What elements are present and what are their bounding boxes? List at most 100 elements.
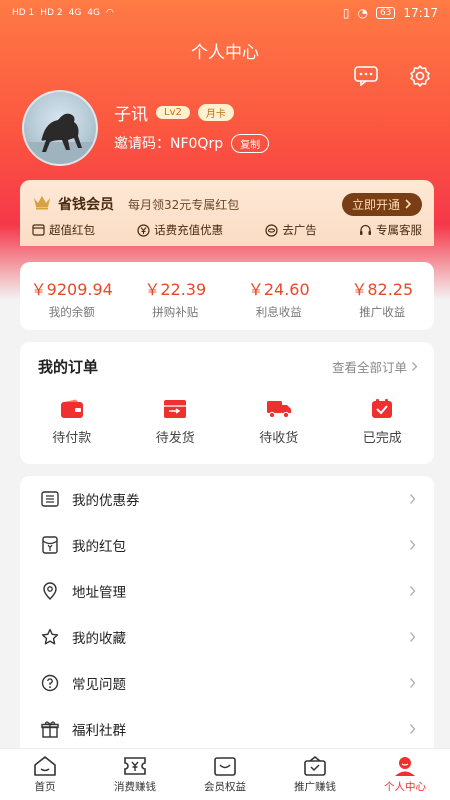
card-badge: 月卡: [197, 104, 234, 121]
speed-icon: ◔: [357, 6, 368, 20]
tab-label: 会员权益: [204, 781, 246, 793]
chevron-right-icon: [410, 678, 416, 688]
message-icon[interactable]: [352, 62, 380, 90]
battery-icon: 63: [375, 7, 396, 19]
coupon-icon: [40, 489, 60, 509]
gift-icon: [40, 719, 60, 739]
bottom-tab-bar: 首页 消费赚钱 会员权益 推广赚钱 个人中心: [0, 748, 450, 800]
vip-title: 省钱会员: [58, 197, 114, 213]
member-box-icon: [214, 757, 236, 776]
vip-open-label: 立即开通: [351, 197, 400, 212]
eye-icon: [265, 223, 278, 237]
stat-label: 我的余额: [48, 305, 95, 319]
chevron-right-icon: [412, 362, 418, 371]
order-label: 待付款: [52, 431, 92, 446]
menu-item-addresses[interactable]: 地址管理: [20, 568, 434, 614]
chevron-right-icon: [410, 586, 416, 596]
perk-support[interactable]: 专属客服: [359, 222, 422, 238]
order-pending-shipment[interactable]: 待发货: [124, 399, 228, 446]
promote-icon: [304, 756, 326, 776]
stat-value: ￥9209.94: [30, 280, 113, 299]
stat-group-subsidy[interactable]: ￥22.39 拼购补贴: [124, 262, 228, 330]
order-completed[interactable]: 已完成: [331, 399, 435, 446]
menu-label: 地址管理: [72, 585, 126, 601]
order-label: 待发货: [155, 431, 195, 446]
order-label: 已完成: [362, 431, 402, 446]
vibrate-icon: ▯: [342, 6, 350, 20]
view-all-label: 查看全部订单: [331, 360, 407, 375]
user-name: 子讯: [114, 105, 148, 125]
gear-icon[interactable]: [406, 62, 434, 90]
view-all-orders-link[interactable]: 查看全部订单: [332, 357, 418, 376]
status-bar: HD 1 HD 2 4G 4G ◠ ▯ ◔ 63 17:17: [0, 0, 450, 26]
order-label: 待收货: [259, 431, 299, 446]
stat-promotion[interactable]: ￥82.25 推广收益: [331, 262, 435, 330]
menu-label: 福利社群: [72, 723, 126, 739]
menu-item-favorites[interactable]: 我的收藏: [20, 614, 434, 660]
menu-label: 常见问题: [72, 677, 126, 693]
copy-button[interactable]: 复制: [231, 133, 270, 153]
tab-home[interactable]: 首页: [0, 749, 90, 800]
stat-interest[interactable]: ￥24.60 利息收益: [227, 262, 331, 330]
menu-item-coupons[interactable]: 我的优惠券: [20, 476, 434, 522]
page-title: 个人中心: [191, 43, 259, 63]
tab-label: 个人中心: [384, 781, 426, 793]
perk-label: 去广告: [282, 223, 317, 237]
signal-label: 4G: [87, 8, 100, 18]
wifi-icon: ◠: [106, 8, 114, 18]
tab-label: 推广赚钱: [294, 781, 336, 793]
tab-label: 首页: [34, 781, 56, 793]
menu-item-welfare-group[interactable]: 福利社群: [20, 706, 434, 752]
profile-info: 子讯 Lv2 月卡 邀请码：NF0Qrp 复制: [114, 100, 270, 153]
tab-member-benefits[interactable]: 会员权益: [180, 749, 270, 800]
stat-value: ￥82.25: [351, 280, 414, 299]
level-badge: Lv2: [156, 106, 190, 119]
menu-label: 我的优惠券: [72, 493, 140, 509]
tab-earn-by-promoting[interactable]: 推广赚钱: [270, 749, 360, 800]
orders-title: 我的订单: [38, 358, 99, 376]
home-icon: [34, 756, 56, 776]
tab-label: 消费赚钱: [114, 781, 156, 793]
yen-ticket-icon: [124, 757, 146, 775]
order-pending-receipt[interactable]: 待收货: [227, 399, 331, 446]
chevron-right-icon: [410, 632, 416, 642]
invite-label: 邀请码：NF0Qrp: [114, 133, 223, 153]
yen-icon: [137, 223, 150, 237]
perk-phone-topup[interactable]: 话费充值优惠: [137, 222, 223, 238]
perk-remove-ads[interactable]: 去广告: [265, 222, 317, 238]
signal-label: HD 1: [12, 8, 35, 18]
vip-open-button[interactable]: 立即开通: [341, 192, 422, 216]
question-icon: [40, 673, 60, 693]
perk-label: 超值红包: [49, 223, 95, 237]
vip-card: 省钱会员 每月领32元专属红包 立即开通 超值红包 话费充值优惠 去广告 专属客…: [20, 180, 434, 246]
stat-label: 利息收益: [255, 305, 302, 319]
stat-label: 推广收益: [359, 305, 406, 319]
red-packet-icon: [40, 535, 60, 555]
menu-item-red-packets[interactable]: 我的红包: [20, 522, 434, 568]
truck-icon: [266, 401, 291, 419]
earnings-summary: ￥9209.94 我的余额 ￥22.39 拼购补贴 ￥24.60 利息收益 ￥8…: [20, 262, 434, 330]
orders-card: 我的订单 查看全部订单 待付款 待发货 待收货 已完成: [20, 342, 434, 464]
wallet-icon: [60, 399, 83, 418]
wallet-icon: [32, 224, 45, 236]
clock: 17:17: [403, 6, 438, 20]
star-icon: [40, 627, 60, 647]
menu-label: 我的收藏: [72, 631, 126, 647]
chevron-right-icon: [410, 724, 416, 734]
chevron-right-icon: [410, 494, 416, 504]
menu-item-faq[interactable]: 常见问题: [20, 660, 434, 706]
stat-balance[interactable]: ￥9209.94 我的余额: [20, 262, 124, 330]
stat-label: 拼购补贴: [152, 305, 199, 319]
avatar[interactable]: [22, 90, 98, 166]
perk-red-packet[interactable]: 超值红包: [32, 222, 95, 238]
tab-earn-by-spending[interactable]: 消费赚钱: [90, 749, 180, 800]
order-pending-payment[interactable]: 待付款: [20, 399, 124, 446]
tab-profile[interactable]: 个人中心: [360, 749, 450, 800]
crown-icon: [32, 194, 52, 214]
location-icon: [40, 581, 60, 601]
chevron-right-icon: [405, 199, 412, 209]
menu-list: 我的优惠券 我的红包 地址管理 我的收藏 常见问题 福利社群: [20, 476, 434, 756]
stat-value: ￥22.39: [144, 280, 207, 299]
stat-value: ￥24.60: [247, 280, 310, 299]
package-icon: [164, 400, 187, 418]
